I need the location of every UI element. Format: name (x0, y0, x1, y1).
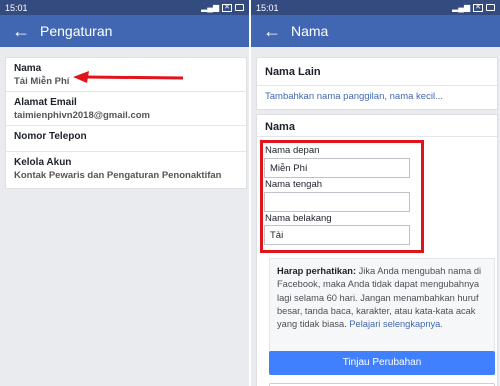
learn-more-link[interactable]: Pelajari selengkapnya. (349, 319, 443, 329)
back-arrow-icon[interactable]: ← (263, 22, 287, 40)
notice-bold: Harap perhatikan: (277, 266, 357, 276)
page-title: Pengaturan (40, 23, 113, 39)
app-bar: ← Pengaturan (0, 15, 249, 47)
status-time: 15:01 (256, 2, 279, 13)
app-bar: ← Nama (251, 15, 500, 47)
nama-heading: Nama (257, 115, 497, 137)
battery-icon (235, 4, 244, 11)
highlight-box-annotation (260, 140, 424, 253)
settings-item-subtitle: Kontak Pewaris dan Pengaturan Penonaktif… (14, 170, 222, 181)
review-changes-button[interactable]: Tinjau Perubahan (269, 351, 495, 375)
status-bar: 15:01 ▂▄▆ ✕ (0, 0, 249, 15)
battery-icon (486, 4, 495, 11)
sim-icon: ✕ (473, 3, 483, 12)
settings-item-title: Kelola Akun (14, 157, 72, 168)
settings-item-title: Nomor Telepon (14, 131, 87, 142)
signal-icon: ▂▄▆ (452, 3, 471, 12)
status-bar: 15:01 ▂▄▆ ✕ (251, 0, 500, 15)
back-arrow-icon[interactable]: ← (12, 22, 36, 40)
nama-lain-card: Nama Lain Tambahkan nama panggilan, nama… (256, 57, 498, 110)
red-arrow-annotation (73, 71, 184, 83)
settings-item-subtitle: taimienphivn2018@gmail.com (14, 110, 150, 121)
nama-lain-heading: Nama Lain (257, 58, 497, 86)
signal-icon: ▂▄▆ (201, 3, 220, 12)
settings-item-phone[interactable]: Nomor Telepon (6, 126, 246, 152)
name-edit-screen: 15:01 ▂▄▆ ✕ ← Nama Nama Lain Tambahkan n… (251, 0, 500, 386)
settings-item-title: Alamat Email (14, 97, 77, 108)
status-time: 15:01 (5, 2, 28, 13)
settings-screen: 15:01 ▂▄▆ ✕ ← Pengaturan Nama Tải Miễn P… (0, 0, 249, 386)
sim-icon: ✕ (222, 3, 232, 12)
nama-card: Nama Nama depan Miễn Phí Nama tengah Nam… (256, 114, 498, 386)
page-title: Nama (291, 23, 329, 39)
settings-item-account[interactable]: Kelola Akun Kontak Pewaris dan Pengatura… (6, 152, 246, 188)
add-nickname-link[interactable]: Tambahkan nama panggilan, nama kecil... (257, 86, 497, 102)
settings-item-email[interactable]: Alamat Email taimienphivn2018@gmail.com (6, 92, 246, 126)
name-change-notice: Harap perhatikan: Jika Anda mengubah nam… (269, 258, 495, 358)
